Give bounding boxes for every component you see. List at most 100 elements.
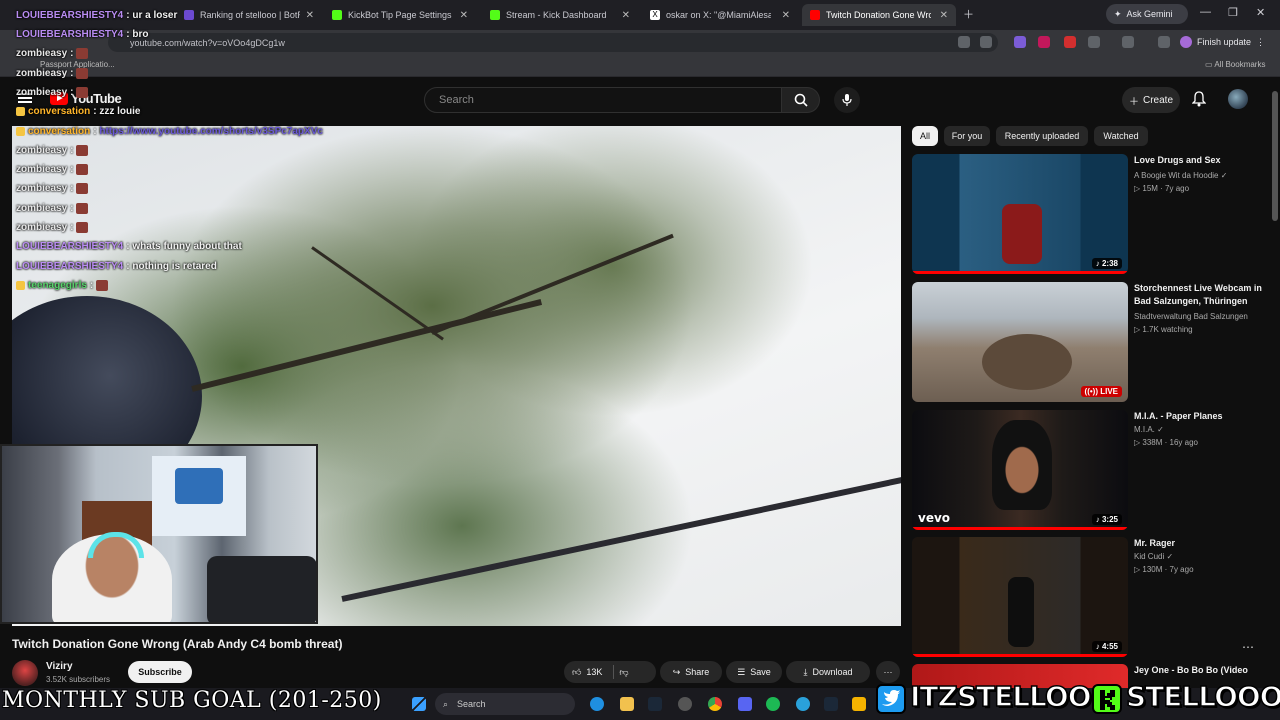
youtube-masthead: YouTube Search ＋ Create [0, 77, 1270, 122]
recommendation-thumbnail[interactable]: vevo ♪ 3:25 [912, 410, 1128, 530]
all-bookmarks[interactable]: ▭ All Bookmarks [1205, 60, 1265, 69]
watched-progress-bar [912, 527, 1128, 530]
tab-kickbot[interactable]: KickBot Tip Page Settings ✕ [324, 4, 476, 26]
file-explorer-icon[interactable] [620, 697, 634, 711]
recommendation-channel[interactable]: Kid Cudi ✓ [1134, 552, 1173, 561]
download-button[interactable]: ⤓ Download [786, 661, 870, 683]
telegram-icon[interactable] [796, 697, 810, 711]
kick-favicon-icon [332, 10, 342, 20]
recommendation-channel[interactable]: M.I.A. ✓ [1134, 425, 1164, 434]
puzzle-extensions-icon[interactable] [1088, 36, 1100, 48]
chrome-icon[interactable] [708, 697, 722, 711]
channel-name[interactable]: Viziry [46, 661, 73, 672]
save-playlist-icon: ☰ [737, 666, 746, 677]
close-tab-icon[interactable]: ✕ [622, 10, 630, 21]
chat-username: zombieasy [16, 183, 68, 195]
recommendation-title[interactable]: Jey One - Bo Bo Bo (Video [1134, 664, 1264, 677]
like-button[interactable]: 👍︎ 13K [572, 667, 602, 678]
chat-emote-icon [76, 222, 89, 233]
recommendation-title[interactable]: Storchennest Live Webcam in Bad Salzunge… [1134, 282, 1264, 308]
recommendation-meta: ▷ 130M · 7y ago [1134, 565, 1194, 574]
recommendation-channel[interactable]: Stadtverwaltung Bad Salzungen [1134, 312, 1248, 321]
reading-list-icon[interactable] [1158, 36, 1170, 48]
discord-icon[interactable] [738, 697, 752, 711]
recommendation-thumbnail[interactable]: ((•)) LIVE [912, 282, 1128, 402]
account-avatar[interactable] [1228, 89, 1248, 109]
tab-x-post[interactable]: X oskar on X: "@MiamiAlesandro ✕ [642, 4, 798, 26]
create-button[interactable]: ＋ Create [1122, 87, 1180, 113]
twitter-bird-icon [876, 684, 906, 714]
chat-message: zombieasy: [16, 222, 89, 234]
search-input[interactable]: Search [424, 87, 782, 113]
app-icon[interactable] [852, 697, 866, 711]
recommendation-thumbnail[interactable]: ♪ 2:38 [912, 154, 1128, 274]
chat-message: conversation: https://www.youtube.com/sh… [16, 126, 323, 137]
windows-start-icon[interactable] [412, 697, 426, 711]
chat-text: nothing is retared [132, 261, 217, 272]
channel-avatar[interactable] [12, 660, 38, 686]
install-app-icon[interactable] [958, 36, 970, 48]
bookmark-star-icon[interactable] [980, 36, 992, 48]
tab-search-icon[interactable] [1122, 36, 1134, 48]
recommendation-channel[interactable]: A Boogie Wit da Hoodie ✓ [1134, 171, 1227, 180]
dislike-button[interactable]: 👎︎ [619, 667, 628, 678]
close-tab-icon[interactable]: ✕ [782, 10, 790, 21]
recommendation-title[interactable]: Love Drugs and Sex [1134, 154, 1264, 167]
extension-icon[interactable] [1064, 36, 1076, 48]
download-icon: ⤓ [803, 666, 808, 677]
extension-icon[interactable] [1014, 36, 1026, 48]
more-actions-button[interactable]: ··· [876, 661, 900, 683]
youtube-favicon-icon [810, 10, 820, 20]
scrollbar-thumb[interactable] [1272, 91, 1278, 221]
chat-text: whats funny about that [132, 241, 242, 252]
restore-icon[interactable]: ❐ [1228, 6, 1238, 19]
subscribe-button[interactable]: Subscribe [128, 661, 192, 683]
new-tab-icon[interactable]: ＋ [963, 6, 974, 22]
recommendation-title[interactable]: Mr. Rager [1134, 537, 1264, 550]
gemini-spark-icon: ✦ [1114, 8, 1122, 19]
chat-emote-icon [76, 48, 89, 59]
extension-icon[interactable] [1038, 36, 1050, 48]
tab-botrix[interactable]: Ranking of stellooo | BotRix ✕ [176, 4, 322, 26]
close-window-icon[interactable]: ✕ [1256, 6, 1265, 19]
chat-username: LOUIEBEARSHIESTY4 [16, 10, 124, 21]
minimize-icon[interactable]: — [1200, 6, 1211, 18]
spotify-icon[interactable] [766, 697, 780, 711]
chip-all[interactable]: All [912, 126, 938, 146]
chat-text: zzz louie [99, 106, 141, 117]
close-tab-icon[interactable]: ✕ [460, 10, 468, 21]
chat-username: zombieasy [16, 87, 68, 99]
recommendation-thumbnail[interactable]: ♪ 4:55 [912, 537, 1128, 657]
chip-watched[interactable]: Watched [1094, 126, 1148, 146]
search-button[interactable] [782, 87, 820, 113]
watched-progress-bar [912, 271, 1128, 274]
watched-progress-bar [912, 654, 1128, 657]
taskbar-search[interactable]: ⌕ Search [435, 693, 575, 715]
voice-search-button[interactable] [834, 87, 860, 113]
chat-username: zombieasy [16, 222, 68, 234]
chip-for-you[interactable]: For you [944, 126, 990, 146]
microphone-icon [842, 94, 852, 106]
twitter-handle-overlay: ITZSTELLOO [909, 679, 1092, 714]
close-tab-icon[interactable]: ✕ [306, 10, 314, 21]
steam-icon[interactable] [648, 697, 662, 711]
app-icon[interactable] [678, 697, 692, 711]
page-scrollbar[interactable] [1270, 77, 1280, 684]
steam-icon[interactable] [824, 697, 838, 711]
share-button[interactable]: ↪ Share [660, 661, 722, 683]
chat-message: zombieasy: [16, 183, 89, 195]
close-tab-icon[interactable]: ✕ [940, 10, 948, 21]
url-bar[interactable]: youtube.com/watch?v=oVOo4gDCg1w [108, 33, 998, 52]
notifications-button[interactable] [1191, 91, 1207, 112]
save-button[interactable]: ☰ Save [726, 661, 782, 683]
plus-icon: ＋ [1128, 96, 1139, 108]
chat-emote-icon [96, 280, 109, 291]
tab-youtube-active[interactable]: Twitch Donation Gone Wrong ( ✕ [802, 4, 956, 26]
tab-kick-dashboard[interactable]: Stream - Kick Dashboard ✕ [482, 4, 638, 26]
recommendation-title[interactable]: M.I.A. - Paper Planes [1134, 410, 1264, 423]
ask-gemini-button[interactable]: ✦ Ask Gemini [1106, 4, 1188, 24]
edge-icon[interactable] [590, 697, 604, 711]
finish-update-button[interactable]: Finish update ⋮ [1180, 33, 1265, 51]
chip-recently-uploaded[interactable]: Recently uploaded [996, 126, 1088, 146]
more-options-icon[interactable]: ⋯ [1242, 640, 1254, 654]
